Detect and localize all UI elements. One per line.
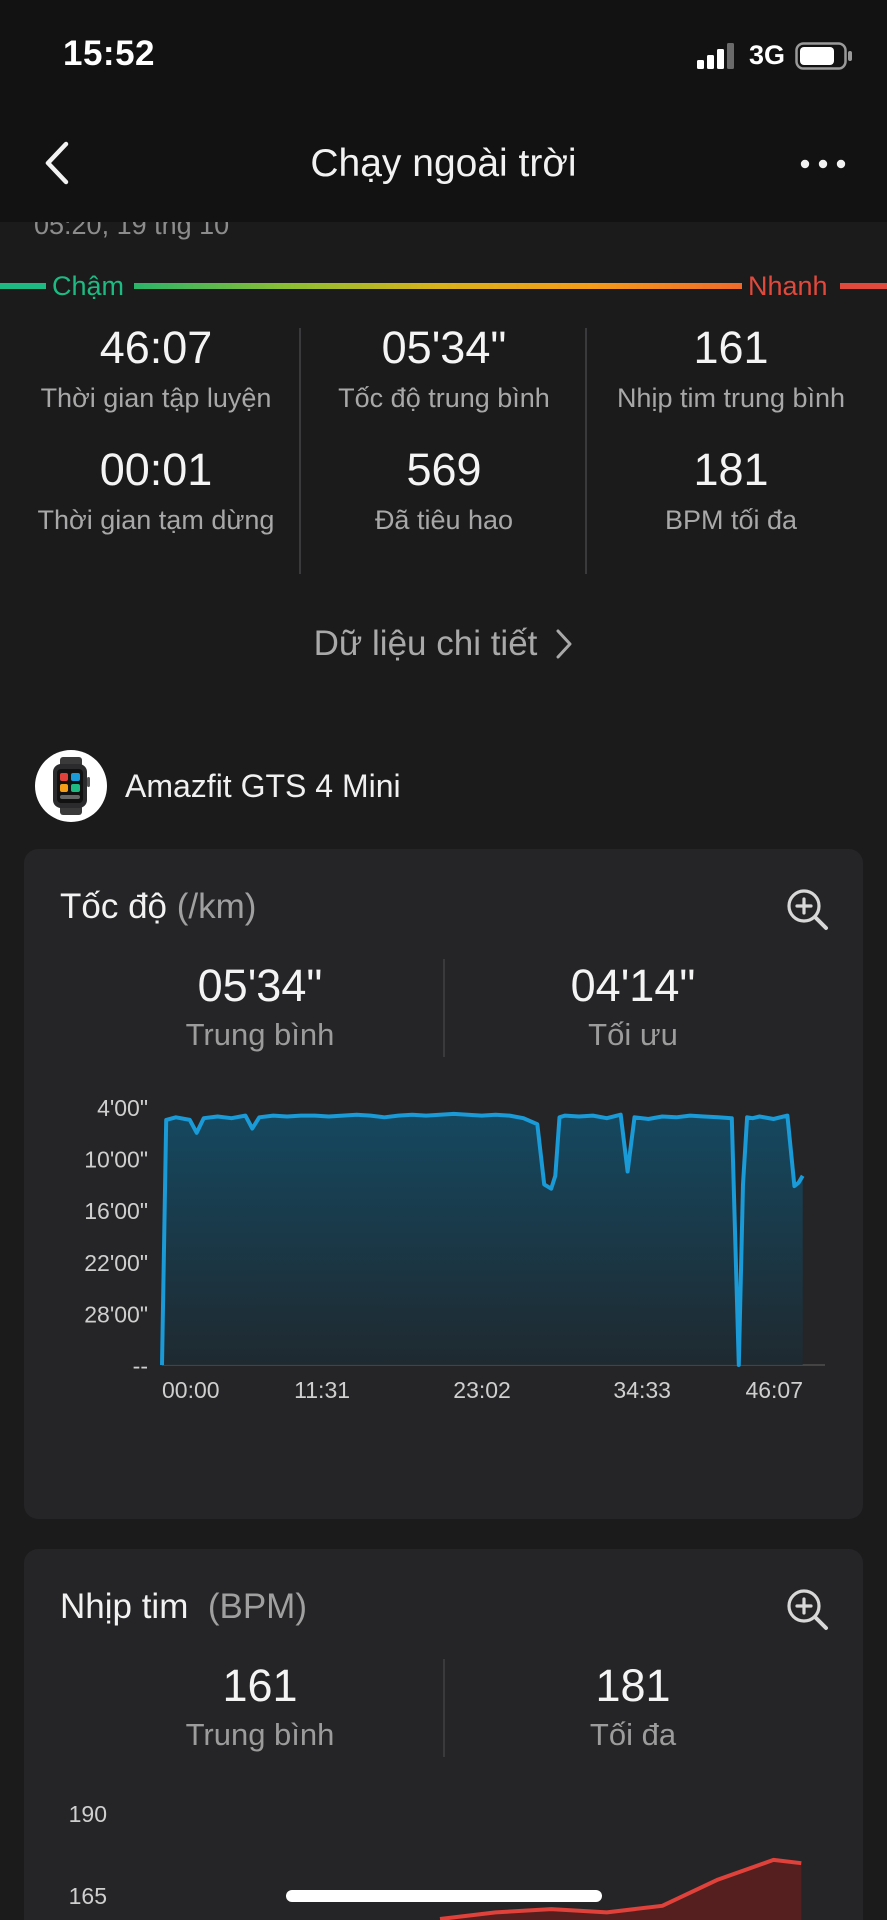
pace-best: 04'14" Tối ưu: [443, 959, 823, 1053]
zoom-in-icon[interactable]: [785, 1587, 829, 1631]
y-tick-label: --: [133, 1353, 148, 1379]
summary-stats: 46:07 Thời gian tập luyện 00:01 Thời gia…: [0, 320, 887, 580]
pace-scale-gradient: [134, 283, 742, 289]
x-tick-label: 34:33: [613, 1377, 671, 1403]
battery-icon: [795, 41, 852, 70]
pace-average: 05'34" Trung bình: [70, 959, 450, 1053]
pace-card-unit: (/km): [176, 887, 257, 926]
y-tick-label: 190: [69, 1801, 107, 1827]
x-tick-label: 00:00: [162, 1377, 220, 1403]
hr-max-value: 181: [595, 1660, 671, 1711]
status-icons: 3G: [696, 40, 853, 71]
device-avatar: [35, 750, 107, 822]
max-bpm-label: BPM tối đa: [664, 505, 798, 535]
stat-column-2: 05'34" Tốc độ trung bình 569 Đã tiêu hao: [300, 320, 588, 538]
avg-hr-label: Nhịp tim trung bình: [616, 383, 846, 413]
pause-time-label: Thời gian tạm dừng: [37, 505, 275, 535]
pace-scale-right-segment: [840, 283, 887, 289]
detailed-data-label: Dữ liệu chi tiết: [313, 624, 538, 663]
pace-card-title: Tốc độ (/km): [60, 887, 256, 927]
pace-best-value: 04'14": [570, 960, 696, 1011]
y-tick-label: 4'00": [97, 1095, 148, 1121]
avg-pace-label: Tốc độ trung bình: [338, 383, 550, 413]
stat-column-1: 46:07 Thời gian tập luyện 00:01 Thời gia…: [12, 320, 300, 538]
calories-value: 569: [406, 444, 482, 495]
x-tick-label: 46:07: [745, 1377, 803, 1403]
max-bpm-value: 181: [693, 444, 769, 495]
pace-chart[interactable]: 4'00" 10'00" 16'00" 22'00" 28'00" -- 00:00 11:3…: [24, 1093, 863, 1493]
nav-bar: Chạy ngoài trời: [0, 110, 887, 222]
workout-time-value: 46:07: [99, 322, 213, 373]
pace-best-label: Tối ưu: [588, 1017, 678, 1052]
hr-summary: 161 Trung bình 181 Tối đa: [24, 1659, 863, 1759]
hr-average-label: Trung bình: [185, 1717, 335, 1752]
pace-average-label: Trung bình: [185, 1017, 335, 1052]
pace-fast-label: Nhanh: [748, 271, 828, 301]
hr-card-title: Nhịp tim (BPM): [60, 1587, 307, 1627]
pace-summary: 05'34" Trung bình 04'14" Tối ưu: [24, 959, 863, 1059]
zoom-in-icon[interactable]: [785, 887, 829, 931]
hr-card-title-text: Nhịp tim: [60, 1587, 189, 1626]
status-bar: 15:52 3G: [0, 0, 887, 110]
y-tick-label: 165: [69, 1883, 107, 1909]
heart-rate-card: Nhịp tim (BPM) 161 Trung bình 181 Tối đa…: [24, 1549, 863, 1920]
pace-area: [162, 1113, 803, 1365]
page-title: Chạy ngoài trời: [310, 142, 577, 185]
device-name: Amazfit GTS 4 Mini: [125, 767, 401, 804]
hr-max: 181 Tối đa: [443, 1659, 823, 1753]
pace-scale: Chậm Nhanh: [0, 271, 887, 301]
detailed-data-link[interactable]: Dữ liệu chi tiết: [0, 624, 887, 664]
hr-card-unit: (BPM): [207, 1587, 307, 1626]
calories-label: Đã tiêu hao: [374, 505, 514, 535]
y-tick-label: 10'00": [84, 1147, 148, 1173]
chevron-right-icon: [556, 629, 572, 659]
more-icon[interactable]: [799, 152, 847, 176]
device-row[interactable]: Amazfit GTS 4 Mini: [35, 750, 401, 822]
hr-average-value: 161: [222, 1660, 298, 1711]
pace-average-value: 05'34": [197, 960, 323, 1011]
pace-slow-label: Chậm: [52, 271, 125, 301]
signal-icon: [696, 42, 734, 69]
smartwatch-icon: [53, 757, 90, 815]
y-tick-label: 28'00": [84, 1301, 148, 1327]
pace-scale-left-segment: [0, 283, 46, 289]
hr-max-label: Tối đa: [589, 1717, 677, 1752]
workout-time-label: Thời gian tập luyện: [40, 383, 272, 413]
x-tick-label: 11:31: [294, 1377, 350, 1403]
stat-column-3: 161 Nhịp tim trung bình 181 BPM tối đa: [587, 320, 875, 538]
y-tick-label: 16'00": [84, 1198, 148, 1224]
pace-card: Tốc độ (/km) 05'34" Trung bình 04'14" Tố…: [24, 849, 863, 1519]
y-tick-label: 22'00": [84, 1250, 148, 1276]
avg-pace-value: 05'34": [381, 322, 507, 373]
hr-average: 161 Trung bình: [70, 1659, 450, 1753]
x-tick-label: 23:02: [453, 1377, 511, 1403]
pace-card-title-text: Tốc độ: [60, 887, 167, 926]
status-time: 15:52: [63, 34, 156, 73]
network-label: 3G: [748, 40, 785, 70]
avg-hr-value: 161: [693, 322, 769, 373]
home-indicator: [286, 1890, 602, 1902]
pause-time-value: 00:01: [99, 444, 213, 495]
